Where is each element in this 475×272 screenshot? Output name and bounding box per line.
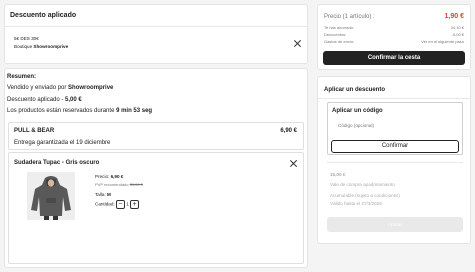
shipping-value: Ver en el siguiente paso [421,39,464,44]
subtotal-label: Precio (1 artículo) : [324,14,375,20]
summary-sold-by: Vendido y enviado por Showroomprive [7,84,113,92]
shipment-price: 6,90 € [280,128,297,134]
apply-discount-card: Aplicar un descuento Aplicar un código C… [317,76,471,244]
apply-code-box: Aplicar un código Código (opcional) Conf… [327,102,463,155]
reservation-prefix: Los productos están reservados durante [7,108,117,114]
divider [318,98,470,99]
reservation-timer: 9 min 53 seg [116,108,153,114]
product-image[interactable] [27,172,75,220]
apply-code-title: Aplicar un código [332,108,383,114]
discount-code-line: 5€ DES 30€ [14,36,39,41]
sold-by-name: Showroomprive [68,85,114,91]
totals-row-discounts: Descuentos: -5,00 € [324,32,464,37]
totals-row-shipping: Gastos de envío: Ver en el siguiente pas… [324,39,464,44]
voucher-amount: 15,00 € [330,172,346,177]
saved-label: Te has ahorrado: [324,25,355,30]
remove-product-close-icon[interactable] [289,159,298,168]
product-price-line: Precio: 6,90 € [95,174,123,180]
product-price: 6,90 € [110,174,124,179]
discount-applied-card: Descuento aplicado 5€ DES 30€ Boutique S… [4,4,308,64]
totals-card: Precio (1 artículo) : 1,90 € Te has ahor… [317,4,471,70]
discount-shop-prefix: Boutique [14,44,34,49]
discounts-value: -5,00 € [451,32,464,37]
summary-discount-prefix: Descuento aplicado - [7,97,66,103]
qty-value: 1 [126,201,129,207]
voucher-note-stackable: Acumulable (sujeto a condiciones) [330,193,400,198]
discount-applied-title: Descuento aplicado [10,12,77,19]
discount-shop-name: Showroomprive [33,44,69,49]
divider [5,26,307,27]
sold-by-prefix: Vendido y enviado por [7,85,69,91]
summary-reservation: Los productos están reservados durante 9… [7,107,152,115]
coupon-code-input[interactable]: Código (opcional) [338,123,374,129]
summary-discount-value: 5,00 € [65,97,82,103]
product-name: Sudadera Tupac - Gris oscuro [14,160,100,166]
subtotal-value: 1,90 € [444,13,464,20]
voucher-note-validity: Válido hasta el 27/3/2026 [330,201,382,206]
confirm-cart-button[interactable]: Confirmar la cesta [323,51,465,65]
summary-discount: Descuento aplicado - 5,00 € [7,96,82,104]
saved-value: 34,10 € [450,25,464,30]
shipment-brand: PULL & BEAR [14,128,55,134]
product-size: M [107,192,111,197]
discounts-label: Descuentos: [324,32,347,37]
product-box: Sudadera Tupac - Gris oscuro Precio: 6,9… [8,152,304,264]
confirm-code-button[interactable]: Confirmar [331,140,459,153]
totals-row-saved: Te has ahorrado: 34,10 € [324,25,464,30]
shipment-delivery: Entrega garantizada el 19 diciembre [14,140,111,146]
divider [327,162,463,163]
product-pvp-line: PVP recomendado 35,00 € [95,182,143,187]
order-summary-card: Resumen: Vendido y enviado por Showroomp… [4,68,308,268]
apply-voucher-button[interactable]: Aplicar [327,217,463,232]
product-size-line: Talla: M [95,192,111,198]
qty-decrease-button[interactable]: − [115,200,125,209]
product-quantity-line: Cantidad: − 1 + [95,200,140,209]
voucher-description: Vale de compra apadrinamiento [330,182,395,187]
product-pvp-label: PVP recomendado [95,182,130,187]
product-pvp-value: 35,00 € [129,182,143,187]
product-price-label: Precio: [95,174,111,179]
product-qty-label: Cantidad: [95,201,115,207]
shipping-label: Gastos de envío: [324,39,355,44]
remove-discount-close-icon[interactable] [293,39,302,48]
shipment-box: PULL & BEAR 6,90 € Entrega garantizada e… [8,122,304,150]
product-size-label: Talla: [95,192,107,197]
discount-shop-line: Boutique Showroomprive [14,44,68,50]
summary-title: Resumen: [7,74,37,80]
apply-discount-title: Aplicar un descuento [324,87,386,93]
qty-increase-button[interactable]: + [130,200,140,209]
